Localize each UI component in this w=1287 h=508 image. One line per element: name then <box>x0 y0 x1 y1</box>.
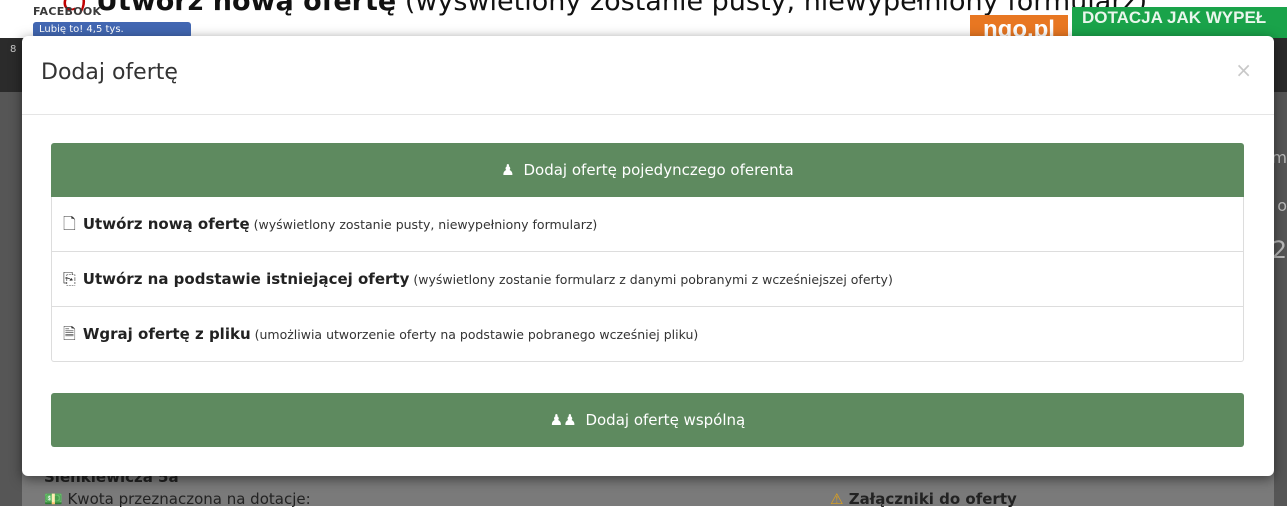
add-offer-modal: Dodaj ofertę × ♟ Dodaj ofertę pojedyncze… <box>22 36 1274 476</box>
side-number: 8 <box>10 44 17 55</box>
upload-offer-file-item[interactable]: 🗎 Wgraj ofertę z pliku (umożliwia utworz… <box>51 307 1244 362</box>
facebook-label: FACEBOOK <box>33 5 102 18</box>
create-from-existing-note: (wyświetlony zostanie formularz z danymi… <box>413 272 893 287</box>
single-offer-header-label: Dodaj ofertę pojedynczego oferenta <box>523 161 794 179</box>
create-new-offer-label: Utwórz nową ofertę <box>82 215 250 233</box>
kwota-label: 💵 Kwota przeznaczona na dotacje: <box>44 490 311 508</box>
instruction-bold: Utwórz nową ofertę <box>95 0 397 17</box>
money-icon: 💵 <box>44 490 63 508</box>
close-icon[interactable]: × <box>1235 58 1252 82</box>
single-offer-panel: ♟ Dodaj ofertę pojedynczego oferenta 🗋 U… <box>51 143 1244 362</box>
modal-title: Dodaj ofertę <box>41 60 178 85</box>
zalaczniki-label: ⚠ Załączniki do oferty <box>830 490 1017 508</box>
joint-offer-button[interactable]: ♟♟ Dodaj ofertę wspólną <box>51 393 1244 447</box>
user-icon: ♟ <box>501 161 515 179</box>
single-offer-header[interactable]: ♟ Dodaj ofertę pojedynczego oferenta <box>51 143 1244 197</box>
warning-icon: ⚠ <box>830 490 844 508</box>
right-edge-text-2: o <box>1277 196 1287 215</box>
right-edge-text-3: 2 <box>1271 236 1287 264</box>
file-archive-icon: 🗎 <box>63 324 76 343</box>
users-icon: ♟♟ <box>549 411 577 429</box>
joint-offer-panel: ♟♟ Dodaj ofertę wspólną <box>51 393 1244 447</box>
upload-offer-file-label: Wgraj ofertę z pliku <box>82 325 251 343</box>
file-icon: 🗋 <box>63 214 76 233</box>
create-from-existing-label: Utwórz na podstawie istniejącej oferty <box>82 270 410 288</box>
modal-header: Dodaj ofertę × <box>22 36 1274 115</box>
create-new-offer-note: (wyświetlony zostanie pusty, niewypełnio… <box>253 217 598 232</box>
joint-offer-label: Dodaj ofertę wspólną <box>585 411 746 429</box>
create-new-offer-item[interactable]: 🗋 Utwórz nową ofertę (wyświetlony zostan… <box>51 197 1244 252</box>
upload-offer-file-note: (umożliwia utworzenie oferty na podstawi… <box>254 327 699 342</box>
create-from-existing-item[interactable]: ⎘ Utwórz na podstawie istniejącej oferty… <box>51 252 1244 307</box>
copy-icon: ⎘ <box>63 269 76 288</box>
